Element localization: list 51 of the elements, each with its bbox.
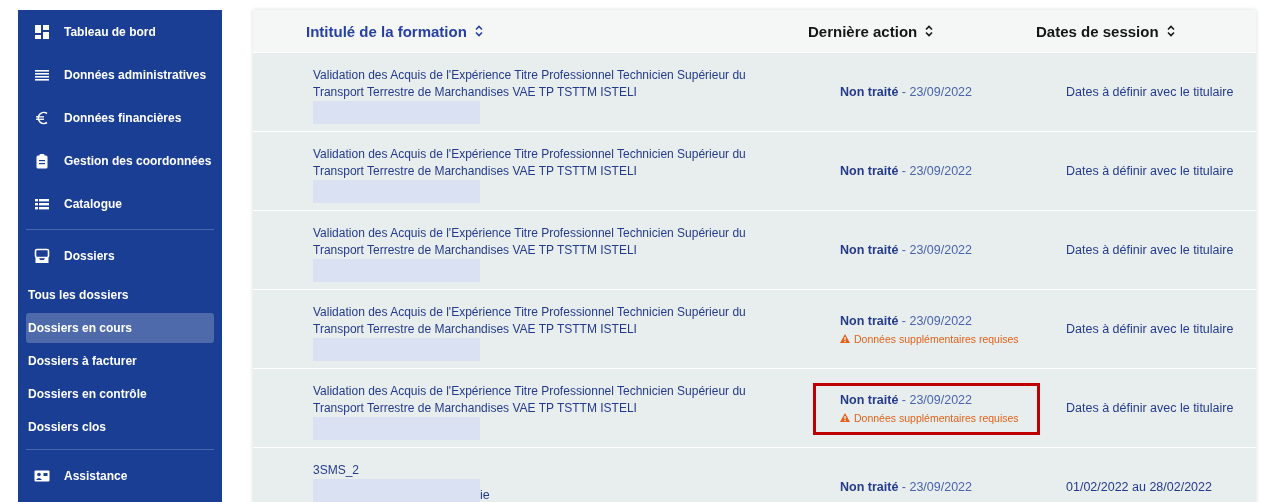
course-title[interactable]: Validation des Acquis de l'Expérience Titre Professionnel Technicien Supérieur du Transport Terrestre de Marchandises VAE TP TSTTM ISTELI [313, 225, 778, 259]
column-header[interactable]: Dates de session [1036, 22, 1256, 40]
table-row[interactable] [253, 290, 1256, 369]
column-header[interactable]: Dernière action [808, 22, 1036, 40]
table-row[interactable]: Validation des Acquis de l'Expérience Titre Professionnel Technicien Supérieur du Transport Terrestre de Marchandises VAE TP TSTTM ISTELI Non traité - 23/09/2022 Dates à définir avec le titulaire [253, 132, 1256, 211]
table-row[interactable]: Validation des Acquis de l'Expérience Titre Professionnel Technicien Supérieur du Transport Terrestre de Marchandises VAE TP TSTTM ISTELI Non traité - 23/09/2022 Dates à définir avec le titulaire [253, 211, 1256, 290]
warning-text: Données supplémentaires requises [840, 332, 1036, 345]
warning-icon [840, 334, 850, 343]
session-dates: Dates à définir avec le titulaire [1065, 322, 1235, 336]
last-action: Non traité - 23/09/2022 [840, 313, 974, 328]
last-action: Non traité - 23/09/2022 [840, 480, 974, 494]
last-action: Non traité - 23/09/2022 [840, 392, 974, 407]
nav-item[interactable]: Tableau de bord [26, 10, 214, 53]
warning-icon [840, 413, 850, 422]
nav-item[interactable]: Dossiers en contrôle [26, 379, 214, 409]
table-row[interactable] [253, 369, 1256, 448]
nav-item[interactable]: Tous les dossiers [26, 280, 214, 310]
session-dates: Dates à définir avec le titulaire [1065, 85, 1235, 99]
nav-item[interactable]: Dossiers clos [26, 412, 214, 442]
nav-item[interactable]: Assistance [26, 454, 214, 497]
last-action: Non traité - 23/09/2022 [840, 85, 974, 99]
nav-item[interactable]: Dossiers à facturer [26, 346, 214, 376]
course-title[interactable]: 3SMS_2 [313, 462, 778, 479]
dashboard-icon [34, 23, 50, 40]
warning-text: Données supplémentaires requises [840, 411, 1036, 424]
nav-item[interactable]: Dossiers [26, 234, 214, 277]
course-title[interactable]: Validation des Acquis de l'Expérience Titre Professionnel Technicien Supérieur du Transport Terrestre de Marchandises VAE TP TSTTM ISTELI [313, 67, 778, 101]
nav-item[interactable]: Données financières [26, 96, 214, 139]
sort-icon[interactable] [474, 25, 483, 37]
table-row[interactable]: 3SMS_2 ie Non traité - 23/09/2022 01/02/2022 au 28/02/2022 [253, 448, 1256, 502]
session-dates: Dates à définir avec le titulaire [1065, 401, 1235, 415]
last-action: Non traité - 23/09/2022 [840, 164, 974, 178]
inbox-icon [34, 247, 50, 264]
euro-icon [34, 109, 50, 126]
sort-icon[interactable] [1166, 25, 1175, 37]
course-title[interactable]: Validation des Acquis de l'Expérience Titre Professionnel Technicien Supérieur du Transport Terrestre de Marchandises VAE TP TSTTM ISTELI [313, 383, 778, 417]
session-dates: Dates à définir avec le titulaire [1065, 243, 1235, 257]
column-header[interactable]: Intitulé de la formation [253, 22, 808, 40]
table-row[interactable]: Validation des Acquis de l'Expérience Titre Professionnel Technicien Supérieur du Transport Terrestre de Marchandises VAE TP TSTTM ISTELI Non traité - 23/09/2022 Dates à définir avec le titulaire [253, 53, 1256, 132]
clipboard-icon [34, 152, 50, 169]
title-text: ie [480, 488, 490, 502]
course-title[interactable]: Validation des Acquis de l'Expérience Titre Professionnel Technicien Supérieur du Transport Terrestre de Marchandises VAE TP TSTTM ISTELI [313, 304, 778, 338]
session-dates: Dates à définir avec le titulaire [1065, 164, 1235, 178]
course-title[interactable]: Validation des Acquis de l'Expérience Titre Professionnel Technicien Supérieur du Transport Terrestre de Marchandises VAE TP TSTTM ISTELI [313, 146, 778, 180]
last-action: Non traité - 23/09/2022 [840, 243, 974, 257]
nav-item[interactable]: Dossiers en cours [26, 313, 214, 343]
nav-item[interactable]: Données administratives [26, 53, 214, 96]
session-dates: 01/02/2022 au 28/02/2022 [1065, 480, 1213, 494]
nav-item[interactable]: Gestion des coordonnées [26, 139, 214, 182]
sort-icon[interactable] [925, 25, 934, 37]
nav-item[interactable]: Catalogue [26, 182, 214, 225]
